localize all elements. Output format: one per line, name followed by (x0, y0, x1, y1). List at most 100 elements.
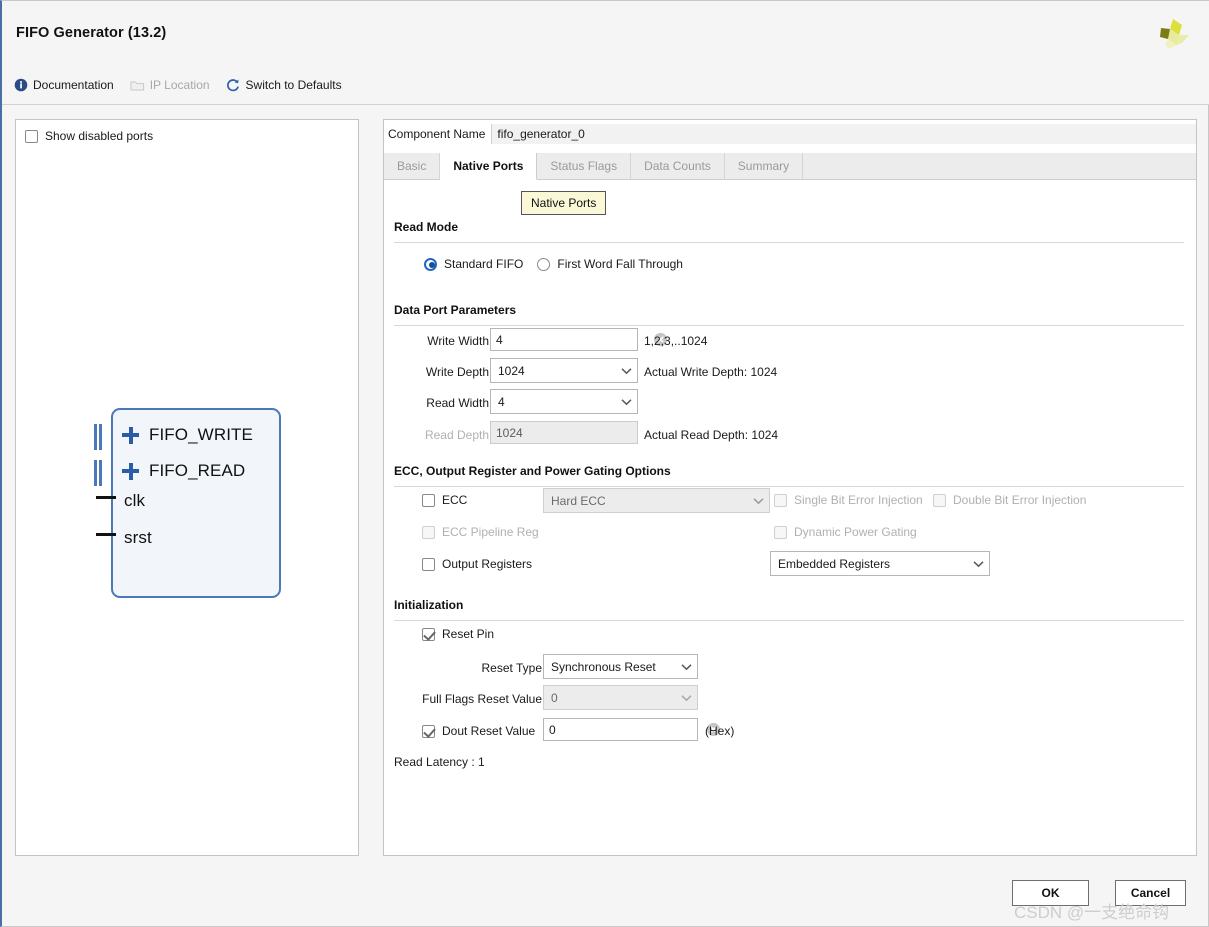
dout-reset-value-checkbox[interactable]: Dout Reset Value (422, 724, 535, 738)
register-type-combo[interactable]: Embedded Registers (770, 551, 990, 576)
ecc-pipeline-reg-label: ECC Pipeline Reg (442, 525, 539, 539)
read-width-combo[interactable]: 4 (490, 389, 638, 414)
tab-data-counts[interactable]: Data Counts (631, 153, 725, 179)
tab-status-flags[interactable]: Status Flags (537, 153, 632, 179)
section-title-ecc: ECC, Output Register and Power Gating Op… (394, 464, 671, 478)
show-disabled-ports-label: Show disabled ports (45, 129, 154, 143)
ip-location-button[interactable]: IP Location (130, 75, 210, 95)
tab-basic[interactable]: Basic (384, 153, 441, 179)
section-divider (394, 242, 1184, 243)
fifo-block-diagram: FIFO_WRITE FIFO_READ clk srst (94, 408, 284, 598)
checkbox-box (774, 525, 787, 539)
checkbox-box (933, 493, 946, 507)
write-depth-value: 1024 (498, 363, 525, 378)
tab-bar: Basic Native Ports Status Flags Data Cou… (384, 153, 1196, 180)
write-depth-combo[interactable]: 1024 (490, 358, 638, 383)
port-srst: srst (124, 525, 152, 551)
dout-reset-value-field[interactable] (544, 719, 706, 740)
chevron-down-icon[interactable] (675, 655, 697, 678)
write-width-input[interactable] (490, 328, 668, 351)
switch-to-defaults-button[interactable]: Switch to Defaults (226, 75, 342, 95)
reset-type-combo[interactable]: Synchronous Reset (543, 654, 698, 679)
checkbox-box (422, 557, 435, 571)
full-flags-reset-value-label: Full Flags Reset Value (422, 692, 542, 706)
page-title: FIFO Generator (13.2) (16, 25, 167, 41)
pin-wire-clk (96, 496, 116, 499)
tab-bar-filler (803, 153, 1196, 179)
chevron-down-icon[interactable] (615, 359, 637, 382)
reset-type-label: Reset Type (481, 661, 542, 675)
port-label: clk (124, 491, 146, 510)
port-fifo-write[interactable]: FIFO_WRITE (122, 422, 253, 448)
ok-button[interactable]: OK (1012, 880, 1089, 906)
symbol-preview-panel: Show disabled ports FIFO_WRITE FIFO_READ (15, 119, 359, 856)
dout-reset-value-input[interactable] (543, 718, 721, 741)
ecc-pipeline-reg-checkbox[interactable]: ECC Pipeline Reg (422, 525, 539, 539)
section-title-data-port-parameters: Data Port Parameters (394, 303, 517, 317)
section-divider (394, 486, 1184, 487)
output-registers-label: Output Registers (442, 557, 533, 571)
bus-stub-fifo-read (94, 460, 106, 486)
section-divider (394, 325, 1184, 326)
checkbox-box (422, 525, 435, 539)
read-latency-text: Read Latency : 1 (394, 755, 485, 769)
xilinx-logo-icon (1155, 17, 1191, 51)
actual-read-depth-note: Actual Read Depth: 1024 (644, 428, 779, 442)
expand-plus-icon[interactable] (122, 462, 139, 480)
chevron-down-icon[interactable] (967, 552, 989, 575)
chevron-down-icon[interactable] (747, 489, 769, 512)
ecc-checkbox[interactable]: ECC (422, 493, 467, 507)
native-ports-content: Read Mode Standard FIFO First Word Fall … (384, 180, 1196, 855)
dout-reset-value-label: Dout Reset Value (442, 724, 536, 738)
read-width-label: Read Width (426, 396, 489, 410)
ecc-mode-combo[interactable]: Hard ECC (543, 488, 770, 513)
info-icon (13, 78, 28, 93)
chevron-down-icon[interactable] (615, 390, 637, 413)
chevron-down-icon[interactable] (675, 686, 697, 709)
expand-plus-icon[interactable] (122, 426, 139, 444)
section-divider (394, 620, 1184, 621)
folder-icon (130, 78, 145, 93)
show-disabled-ports-checkbox[interactable]: Show disabled ports (25, 129, 153, 143)
documentation-button[interactable]: Documentation (13, 75, 114, 95)
full-flags-reset-value: 0 (551, 690, 558, 705)
cancel-button[interactable]: Cancel (1115, 880, 1186, 906)
radio-first-word-fall-through-label: First Word Fall Through (557, 257, 683, 271)
dynamic-power-gating-checkbox[interactable]: Dynamic Power Gating (774, 525, 917, 539)
tab-native-ports[interactable]: Native Ports (440, 153, 538, 180)
ip-location-label: IP Location (149, 78, 210, 92)
refresh-icon (226, 78, 241, 93)
dynamic-power-gating-label: Dynamic Power Gating (794, 525, 917, 539)
register-type-value: Embedded Registers (778, 556, 891, 571)
dout-reset-value-suffix: (Hex) (705, 724, 735, 738)
reset-pin-checkbox[interactable]: Reset Pin (422, 627, 494, 641)
read-width-value: 4 (498, 394, 505, 409)
component-name-input[interactable] (491, 124, 1196, 144)
write-width-field[interactable] (491, 329, 653, 350)
checkbox-box (25, 129, 38, 143)
full-flags-reset-value-combo[interactable]: 0 (543, 685, 698, 710)
radio-standard-fifo[interactable] (424, 257, 437, 271)
bus-stub-fifo-write (94, 424, 106, 450)
tooltip-native-ports: Native Ports (521, 191, 607, 215)
radio-first-word-fall-through[interactable] (537, 257, 551, 271)
checkbox-box (774, 493, 787, 507)
component-name-label: Component Name (388, 127, 486, 141)
section-title-initialization: Initialization (394, 598, 464, 612)
output-registers-checkbox[interactable]: Output Registers (422, 557, 532, 571)
section-title-read-mode: Read Mode (394, 220, 459, 234)
pin-wire-srst (96, 533, 116, 536)
tab-summary[interactable]: Summary (725, 153, 804, 179)
actual-write-depth-note: Actual Write Depth: 1024 (644, 365, 778, 379)
checkbox-box (422, 627, 435, 641)
double-bit-error-injection-checkbox[interactable]: Double Bit Error Injection (933, 493, 1086, 507)
port-clk: clk (124, 488, 145, 514)
fifo-generator-dialog: FIFO Generator (13.2) Documentation IP L… (0, 0, 1209, 927)
read-depth-input (490, 421, 653, 444)
reset-type-value: Synchronous Reset (551, 659, 656, 674)
ecc-label: ECC (442, 493, 468, 507)
single-bit-error-injection-checkbox[interactable]: Single Bit Error Injection (774, 493, 923, 507)
component-name-row: Component Name (384, 123, 1196, 145)
port-label: FIFO_WRITE (149, 425, 253, 444)
port-fifo-read[interactable]: FIFO_READ (122, 458, 245, 484)
